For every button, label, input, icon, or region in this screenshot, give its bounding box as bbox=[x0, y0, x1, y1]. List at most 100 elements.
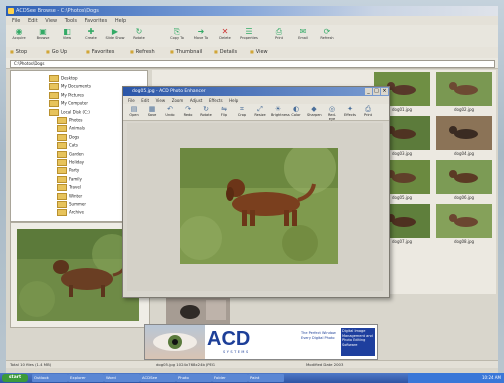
tree-folder-label: Dogs bbox=[69, 134, 80, 140]
link-view[interactable]: View bbox=[250, 49, 268, 55]
tree-folder-item[interactable]: Desktop bbox=[49, 75, 78, 82]
taskbar-outlook[interactable]: Outlook bbox=[32, 374, 68, 382]
tree-folder-label: Party bbox=[69, 167, 80, 173]
menu-view[interactable]: View bbox=[45, 18, 57, 24]
acd-logo-text: ACD bbox=[207, 328, 251, 350]
viewer-tool-icon: ⇋ bbox=[221, 105, 227, 113]
menu-tools[interactable]: Tools bbox=[65, 18, 77, 24]
properties-button[interactable]: ☰ Properties bbox=[238, 27, 260, 45]
viewer-menu-help[interactable]: Help bbox=[229, 98, 238, 103]
viewer-tool-label: Print bbox=[363, 113, 373, 117]
viewer-tool-button[interactable]: ⤢ Resize bbox=[253, 105, 267, 117]
minimize-icon[interactable]: _ bbox=[365, 88, 372, 95]
tree-folder-item[interactable]: My Computer bbox=[49, 100, 88, 108]
print-button[interactable]: ⎙ Print bbox=[268, 27, 290, 45]
tree-folder-item[interactable]: Photos bbox=[57, 117, 83, 124]
folder-icon bbox=[49, 100, 59, 108]
tree-folder-label: Travel bbox=[69, 184, 81, 190]
tree-folder-item[interactable]: Party bbox=[57, 167, 80, 175]
link-thumbnail[interactable]: Thumbnail bbox=[170, 49, 202, 55]
folder-icon bbox=[57, 125, 67, 133]
tree-folder-item[interactable]: Local Disk (C:) bbox=[49, 108, 90, 116]
refresh-button[interactable]: ⟳ Refresh bbox=[316, 27, 338, 45]
folder-icon bbox=[49, 75, 59, 82]
maximize-icon[interactable]: □ bbox=[373, 88, 380, 95]
delete-button[interactable]: ✕ Delete bbox=[214, 27, 236, 45]
taskbar-word[interactable]: Word bbox=[104, 374, 140, 382]
viewer-tool-button[interactable]: ✦ Effects bbox=[343, 105, 357, 117]
system-tray-clock[interactable]: 10:24 AM bbox=[408, 373, 504, 383]
menu-help[interactable]: Help bbox=[115, 18, 126, 24]
viewer-tool-button[interactable]: ↷ Redo bbox=[181, 105, 195, 117]
address-input[interactable]: C:\Photos\Dogs bbox=[10, 60, 495, 68]
tree-folder-item[interactable]: Garden bbox=[57, 150, 84, 158]
tree-folder-item[interactable]: Family bbox=[57, 175, 82, 183]
viewer-tool-button[interactable]: ☀ Brightness bbox=[271, 105, 290, 117]
slideshow-button[interactable]: ▶ Slide Show bbox=[104, 27, 126, 45]
menu-favorites[interactable]: Favorites bbox=[85, 18, 108, 24]
link-details[interactable]: Details bbox=[214, 49, 237, 55]
copy-icon: ⎘ bbox=[173, 27, 181, 36]
thumbnail-item[interactable]: dog08.jpg bbox=[436, 204, 492, 266]
close-icon[interactable]: × bbox=[381, 88, 388, 95]
delete-icon: ✕ bbox=[221, 27, 229, 36]
status-bar: Total 10 files (1.4 MB) dog05.jpg 1024x7… bbox=[6, 360, 498, 368]
viewer-tool-button[interactable]: ◎ Red-eye bbox=[325, 105, 339, 121]
status-file-count: Total 10 files (1.4 MB) bbox=[10, 362, 52, 367]
link-go-up[interactable]: Go Up bbox=[46, 49, 67, 55]
tree-folder-item[interactable]: Holiday bbox=[57, 159, 84, 166]
tree-folder-item[interactable]: My Pictures bbox=[49, 91, 84, 99]
link-refresh[interactable]: Refresh bbox=[130, 49, 155, 55]
taskbar-explorer[interactable]: Explorer bbox=[68, 374, 104, 382]
viewer-tool-button[interactable]: ⌗ Crop bbox=[235, 105, 249, 117]
copy-to-button[interactable]: ⎘ Copy To bbox=[166, 27, 188, 45]
viewer-tool-button[interactable]: ◐ Color bbox=[289, 105, 303, 117]
menu-file[interactable]: File bbox=[12, 18, 20, 24]
acquire-button[interactable]: ◉ Acquire bbox=[8, 27, 30, 45]
tree-folder-item[interactable]: Cats bbox=[57, 142, 78, 150]
tree-folder-item[interactable]: Dogs bbox=[57, 133, 80, 141]
main-menubar: File Edit View Tools Favorites Help bbox=[6, 16, 498, 25]
viewer-menu-view[interactable]: View bbox=[156, 98, 166, 103]
dachshund-photo bbox=[178, 142, 338, 264]
create-button[interactable]: ✚ Create bbox=[80, 27, 102, 45]
email-button[interactable]: ✉ Email bbox=[292, 27, 314, 45]
viewer-menu-file[interactable]: File bbox=[128, 98, 135, 103]
tree-folder-item[interactable]: Travel bbox=[57, 184, 81, 192]
tree-folder-item[interactable]: Summer bbox=[57, 201, 86, 208]
viewer-menu-adjust[interactable]: Adjust bbox=[190, 98, 203, 103]
link-favorites[interactable]: Favorites bbox=[86, 49, 115, 55]
taskbar-folder[interactable]: Folder bbox=[212, 374, 248, 382]
tree-folder-item[interactable]: My Documents bbox=[49, 83, 91, 91]
tree-folder-label: Family bbox=[69, 176, 82, 182]
viewer-tool-button[interactable]: ⇋ Flip bbox=[217, 105, 231, 117]
taskbar-acdsee[interactable]: ACDSee bbox=[140, 374, 176, 382]
rotate-button[interactable]: ↻ Rotate bbox=[128, 27, 150, 45]
tree-folder-item[interactable]: Winter bbox=[57, 192, 82, 200]
properties-icon: ☰ bbox=[245, 27, 253, 36]
taskbar-paint[interactable]: Paint bbox=[248, 374, 284, 382]
menu-edit[interactable]: Edit bbox=[28, 18, 38, 24]
viewer-tool-button[interactable]: ↶ Undo bbox=[163, 105, 177, 117]
tree-folder-item[interactable]: Animals bbox=[57, 125, 85, 133]
browse-button[interactable]: ▣ Browse bbox=[32, 27, 54, 45]
acd-ad-banner[interactable]: ACD SYSTEMS The Perfect Window Every Dig… bbox=[144, 324, 378, 360]
viewer-tool-button[interactable]: ◆ Sharpen bbox=[307, 105, 322, 117]
status-file-info: dog05.jpg 1024x768x24b JPEG bbox=[156, 362, 215, 367]
start-button[interactable]: start bbox=[2, 374, 28, 382]
viewer-tool-button[interactable]: ⎙ Print bbox=[361, 105, 375, 117]
folder-icon bbox=[57, 133, 67, 141]
taskbar-photo[interactable]: Photo bbox=[176, 374, 212, 382]
view-button[interactable]: ◧ View bbox=[56, 27, 78, 45]
viewer-menu-zoom[interactable]: Zoom bbox=[172, 98, 184, 103]
link-stop[interactable]: Stop bbox=[10, 49, 27, 55]
viewer-menu-effects[interactable]: Effects bbox=[209, 98, 223, 103]
viewer-tool-icon: ◐ bbox=[292, 105, 300, 113]
move-to-button[interactable]: ➜ Move To bbox=[190, 27, 212, 45]
viewer-menu-edit[interactable]: Edit bbox=[141, 98, 149, 103]
status-date: Modified Date 2003 bbox=[306, 362, 344, 367]
viewer-tool-button[interactable]: ▤ Open bbox=[127, 105, 141, 117]
tree-folder-item[interactable]: Archive bbox=[57, 209, 84, 217]
viewer-tool-button[interactable]: ↻ Rotate bbox=[199, 105, 213, 117]
viewer-tool-button[interactable]: ▦ Save bbox=[145, 105, 159, 117]
